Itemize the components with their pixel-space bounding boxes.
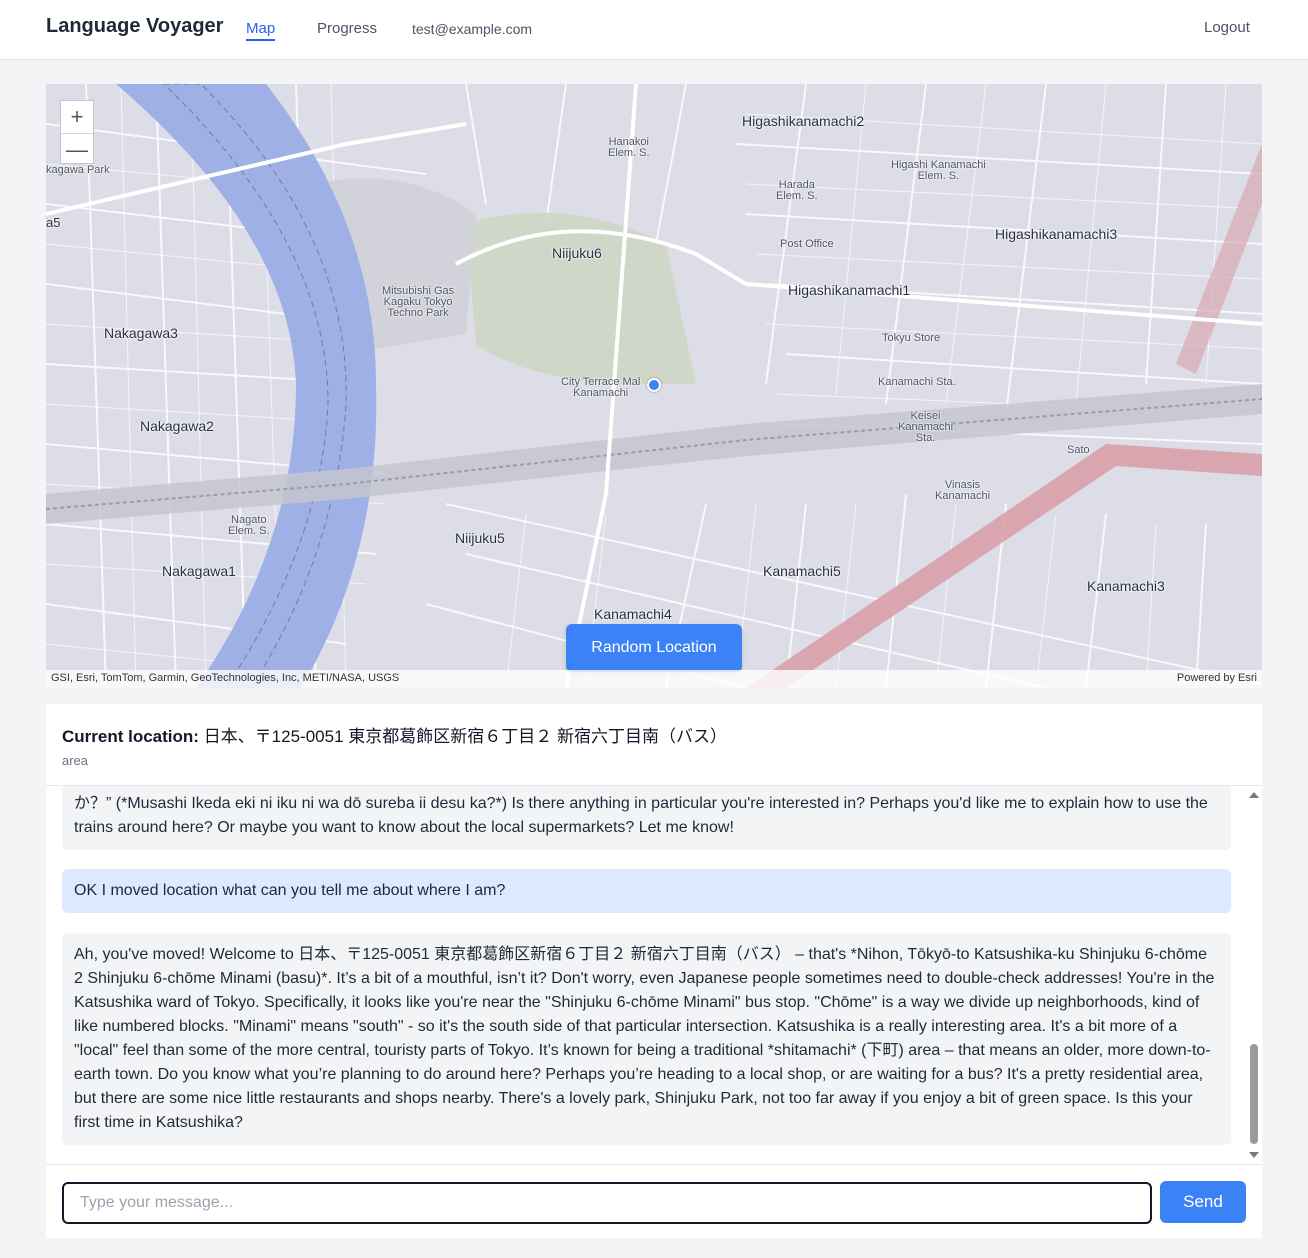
logout-button[interactable]: Logout <box>1204 19 1250 36</box>
zoom-control: + — <box>60 100 94 164</box>
map-label-harada-school: Harada Elem. S. <box>776 179 818 202</box>
map-label-hanakoi-school: Hanakoi Elem. S. <box>608 136 650 159</box>
map-label-niijuku6: Niijuku6 <box>552 245 602 261</box>
map-label-kanamachi5: Kanamachi5 <box>763 563 841 579</box>
map-label-mitsubishi: Mitsubishi Gas Kagaku Tokyo Techno Park <box>382 285 455 319</box>
scroll-down-arrow-icon[interactable] <box>1249 1152 1259 1158</box>
zoom-in-button[interactable]: + <box>61 101 93 133</box>
location-header: Current location: 日本、〒125-0051 東京都葛飾区新宿６… <box>46 704 1262 786</box>
current-location-address: 日本、〒125-0051 東京都葛飾区新宿６丁目２ 新宿六丁目南（バス） <box>203 727 727 746</box>
map-label-tokyu-store: Tokyu Store <box>882 332 941 344</box>
map-label-a5: a5 <box>46 215 61 230</box>
message-composer: Send <box>46 1164 1262 1238</box>
map-label-nakagawa1: Nakagawa1 <box>162 563 236 579</box>
nav-link-progress[interactable]: Progress <box>317 20 377 37</box>
map-view[interactable]: Higashikanamachi2 Higashikanamachi3 Higa… <box>46 84 1262 688</box>
map-label-higashikanamachi1: Higashikanamachi1 <box>788 282 911 298</box>
message-input[interactable] <box>62 1182 1152 1224</box>
map-label-kanamachi-station: Kanamachi Sta. <box>878 376 956 388</box>
message-scrollbar[interactable] <box>1246 786 1262 1164</box>
map-label-keisei-station: Keisei Kanamachi Sta. <box>898 410 954 444</box>
map-label-sato: Sato <box>1067 444 1090 456</box>
scroll-thumb[interactable] <box>1250 1044 1258 1144</box>
map-label-niijuku5: Niijuku5 <box>455 530 505 546</box>
map-label-nakagawa3: Nakagawa3 <box>104 325 178 341</box>
map-attribution: GSI, Esri, TomTom, Garmin, GeoTechnologi… <box>46 670 1262 688</box>
map-label-nakagawa-park: kagawa Park <box>46 164 110 176</box>
user-email: test@example.com <box>412 21 533 37</box>
assistant-message: か？” (*Musashi Ikeda eki ni iku ni wa dō … <box>62 786 1231 850</box>
assistant-message: Ah, you've moved! Welcome to 日本、〒125-005… <box>62 933 1231 1145</box>
map-label-kanamachi3: Kanamachi3 <box>1087 578 1165 594</box>
top-navbar: Language Voyager Map Progress test@examp… <box>0 0 1308 60</box>
map-label-higashi-kanamachi-school: Higashi Kanamachi Elem. S. <box>891 159 986 182</box>
user-message: OK I moved location what can you tell me… <box>62 869 1231 913</box>
map-label-nakagawa2: Nakagawa2 <box>140 418 214 434</box>
map-label-post-office: Post Office <box>780 238 834 250</box>
map-label-higashikanamachi2: Higashikanamachi2 <box>742 113 865 129</box>
current-location-pin[interactable] <box>647 378 661 392</box>
current-location-label: Current location: <box>62 727 199 746</box>
app-brand[interactable]: Language Voyager <box>46 15 223 38</box>
powered-by-esri[interactable]: Powered by Esri <box>1177 672 1257 684</box>
map-label-kanamachi4: Kanamachi4 <box>594 606 672 622</box>
location-type: area <box>62 753 89 768</box>
chat-panel: Current location: 日本、〒125-0051 東京都葛飾区新宿６… <box>46 704 1262 1238</box>
send-button[interactable]: Send <box>1160 1181 1246 1223</box>
map-label-vinasis: Vinasis Kanamachi <box>935 479 991 502</box>
map-label-nagato-school: Nagato Elem. S. <box>228 514 270 537</box>
nav-link-map[interactable]: Map <box>246 20 276 41</box>
current-location-title: Current location: 日本、〒125-0051 東京都葛飾区新宿６… <box>62 722 1246 747</box>
attribution-text: GSI, Esri, TomTom, Garmin, GeoTechnologi… <box>51 672 400 684</box>
random-location-button[interactable]: Random Location <box>566 624 742 672</box>
zoom-out-button[interactable]: — <box>61 133 93 165</box>
scroll-up-arrow-icon[interactable] <box>1249 792 1259 798</box>
map-label-higashikanamachi3: Higashikanamachi3 <box>995 226 1118 242</box>
map-label-city-terrace: City Terrace Mal Kanamachi <box>561 376 641 399</box>
message-list[interactable]: か？” (*Musashi Ikeda eki ni iku ni wa dō … <box>46 786 1262 1164</box>
